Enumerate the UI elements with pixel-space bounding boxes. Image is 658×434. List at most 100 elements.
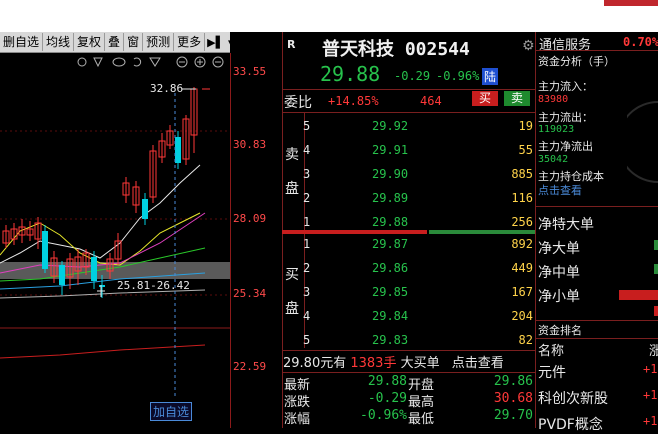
stat-label: 最低 [408,412,435,427]
ask-price[interactable]: 29.90 [372,164,408,184]
dropdown-icon[interactable]: ▾ [226,36,236,49]
net-large-bar [654,240,658,250]
ask-level: 1 [303,215,311,229]
bid-price[interactable]: 29.83 [372,330,408,350]
window-close-button[interactable] [604,0,658,6]
eye-icon [112,57,126,67]
net-small-bar-2 [654,306,658,316]
y-tick: 22.59 [233,360,267,373]
inflow-value: 83980 [538,94,569,105]
webi-diff: 464 [420,94,442,108]
buy-side-label: 盘 [285,301,299,317]
big-order-price: 29.80元有 [283,356,347,371]
fund-donut [617,72,658,197]
webi-label: 委比 [284,95,312,111]
big-order-qty: 1383手 [350,356,397,371]
inflow-label: 主力流入： [538,80,593,93]
bid-price[interactable]: 29.85 [372,282,408,302]
toolbar-overlay[interactable]: 叠 [105,33,125,51]
y-tick: 28.09 [233,212,267,225]
ask-price[interactable]: 29.88 [372,212,408,232]
net-flow-value: 35042 [538,154,569,165]
stat-value: -0.29 [367,391,407,406]
rank-item-name[interactable]: 科创次新股 [538,388,608,408]
bid-price[interactable]: 29.84 [372,306,408,326]
bid-level: 5 [303,333,311,347]
toolbar-adjust[interactable]: 复权 [74,33,106,51]
ask-level: 3 [303,167,311,181]
net-flow-label: 主力净流出 [538,140,593,153]
rank-title: 资金排名 [538,324,582,337]
window-title-strip: ~~~~~~~~~~~ [0,0,658,32]
net-medium-bar [654,264,658,274]
stat-value: 30.68 [493,391,533,406]
sector-change-pct: 0.70% [623,35,658,49]
net-small-bar [619,290,658,300]
quote-panel: R 普天科技 002544 ⚙ 29.88 -0.29 -0.96% 陆 委比 … [282,32,535,428]
net-large: 净大单 [538,241,580,257]
margin-badge: R [287,38,296,51]
ask-volume: 55 [518,143,533,157]
rank-item-name[interactable]: 元件 [538,362,566,382]
ask-volume: 885 [511,167,533,181]
ask-price[interactable]: 29.89 [372,188,408,208]
toolbar-remove-watchlist[interactable]: 删自选 [0,33,44,51]
bid-volume: 449 [511,261,533,275]
add-watchlist-button[interactable]: 加自选 [150,402,193,421]
bid-volume: 204 [511,309,533,323]
toolbar-more[interactable]: 更多 [174,33,206,51]
ask-price[interactable]: 29.92 [372,116,408,136]
stat-label: 涨幅 [284,412,311,427]
rank-item-change: +1 [643,388,658,402]
net-small: 净小单 [538,289,580,305]
rank-item-change: +1 [643,362,658,376]
y-tick: 33.55 [233,65,267,78]
bid-level: 1 [303,237,311,251]
big-order-banner[interactable]: 29.80元有 1383手 大买单 点击查看 [283,352,504,371]
sell-side-label: 盘 [285,181,299,197]
toolbar-moving-average[interactable]: 均线 [43,33,75,51]
settings-gear-icon[interactable]: ⚙ [522,38,535,54]
cost-link[interactable]: 点击查看 [538,182,582,198]
kline-chart-svg [0,56,230,398]
high-price-label: 32.86 [150,82,184,95]
outflow-value: 119023 [538,124,575,135]
chart-axis-border [230,53,231,428]
bid-level: 2 [303,261,311,275]
bid-price[interactable]: 29.87 [372,234,408,254]
buy-button[interactable]: 买 [472,91,498,106]
bid-level: 3 [303,285,311,299]
rank-item-change: +1 [643,414,658,428]
shape-tool-icon [93,57,103,68]
rank-item-name[interactable]: PVDF概念 [538,414,603,434]
kline-chart[interactable]: 32.86 25.81-26.42 加自选 [0,53,230,428]
stock-name-code: 普天科技 002544 [322,39,470,60]
toolbar-forecast[interactable]: 预测 [143,33,175,51]
webi-value: +14.85% [328,94,379,108]
ask-level: 2 [303,191,311,205]
price-change: -0.29 [394,69,431,83]
sell-side-label: 卖 [285,147,299,163]
refresh-icon [133,57,142,67]
big-order-link[interactable]: 点击查看 [452,356,504,371]
ask-volume: 256 [511,215,533,229]
ask-level: 5 [303,119,311,133]
net-super-large: 净特大单 [538,217,594,233]
gear-tool-icon [77,57,87,67]
sector-panel: 通信服务 0.70% 资金分析（手） 主力流入： 83980 主力流出： 119… [535,32,658,433]
bid-price[interactable]: 29.86 [372,258,408,278]
toolbar-window[interactable]: 窗 [124,33,144,51]
last-price: 29.88 [320,62,381,86]
sell-button[interactable]: 卖 [504,91,530,106]
big-order-type: 大买单 [400,356,440,371]
bid-volume: 167 [511,285,533,299]
collapse-panel-icon[interactable]: ▶▌ [205,36,226,49]
support-range-label: 25.81-26.42 [117,279,190,292]
rank-col-change: 涨 [649,344,658,359]
ask-price[interactable]: 29.91 [372,140,408,160]
buy-side-label: 买 [285,267,299,283]
fund-flow-title: 资金分析（手） [538,55,615,68]
stat-value: -0.96% [360,408,407,423]
outflow-label: 主力流出： [538,111,593,124]
chart-toolbar: 删自选 均线 复权 叠 窗 预测 更多 ▶▌ ▾ [0,32,234,53]
